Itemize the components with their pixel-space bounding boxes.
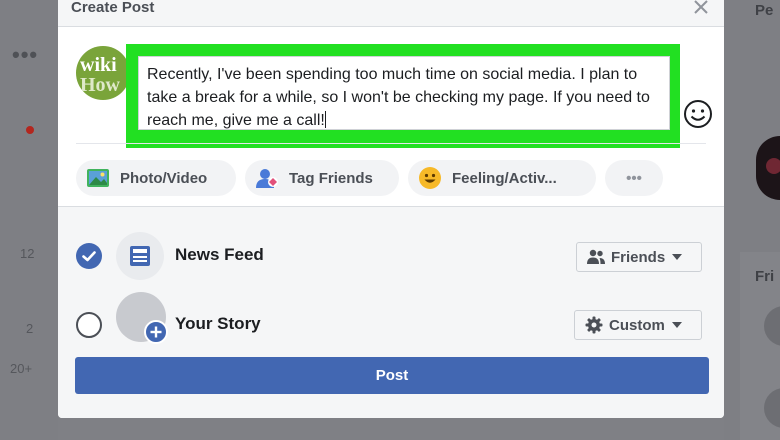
- avatar-text: How: [80, 74, 120, 96]
- tag-friends-button[interactable]: Tag Friends: [245, 160, 399, 196]
- tag-friends-label: Tag Friends: [289, 169, 373, 187]
- your-story-checkbox[interactable]: [76, 312, 102, 338]
- news-feed-audience-dropdown[interactable]: Friends: [576, 242, 702, 272]
- background-section-header: Fri: [755, 268, 775, 285]
- background-count: 2: [26, 321, 34, 336]
- avatar: wiki How: [76, 46, 130, 100]
- destination-row-news-feed: News Feed Friends: [58, 226, 724, 286]
- friends-icon: [587, 249, 605, 264]
- emoji-icon[interactable]: [682, 98, 714, 130]
- close-icon[interactable]: [690, 0, 712, 18]
- text-highlight: Recently, I've been spending too much ti…: [126, 44, 680, 148]
- divider: [76, 143, 706, 144]
- checkmark-icon: [82, 251, 96, 262]
- background-notification-dot: [26, 126, 34, 134]
- post-text-input[interactable]: Recently, I've been spending too much ti…: [138, 56, 670, 130]
- news-feed-label: News Feed: [175, 245, 264, 264]
- photo-icon: [87, 169, 109, 187]
- post-text: Recently, I've been spending too much ti…: [147, 66, 650, 129]
- text-cursor: [324, 111, 326, 128]
- chevron-down-icon: [672, 254, 683, 260]
- news-feed-audience-label: Friends: [611, 248, 666, 266]
- gear-icon: [585, 316, 603, 334]
- background-count: 12: [20, 246, 35, 261]
- chevron-down-icon: [671, 322, 682, 328]
- feeling-icon: [419, 167, 441, 189]
- dialog-title: Create Post: [71, 0, 155, 16]
- background-section-header: Pe: [755, 2, 774, 19]
- background-count: 20+: [10, 361, 33, 376]
- more-options-button[interactable]: •••: [605, 160, 663, 196]
- feeling-activity-button[interactable]: Feeling/Activ...: [408, 160, 596, 196]
- your-story-audience-dropdown[interactable]: Custom: [574, 310, 702, 340]
- photo-video-button[interactable]: Photo/Video: [76, 160, 236, 196]
- create-post-dialog: Create Post wiki How Recently, I've been…: [58, 0, 724, 418]
- tag-friends-icon: [256, 169, 278, 188]
- destination-row-your-story: Your Story Custom: [58, 292, 724, 355]
- feeling-activity-label: Feeling/Activ...: [452, 169, 557, 187]
- your-story-audience-label: Custom: [609, 316, 665, 334]
- more-icon: •••: [626, 169, 642, 187]
- dialog-header: Create Post: [58, 0, 724, 27]
- news-feed-checkbox[interactable]: [76, 243, 102, 269]
- post-button[interactable]: Post: [75, 357, 709, 394]
- background-more-icon: •••: [12, 42, 39, 67]
- add-story-icon[interactable]: [144, 320, 168, 344]
- news-feed-icon: [116, 232, 164, 280]
- photo-video-label: Photo/Video: [120, 169, 208, 187]
- your-story-label: Your Story: [175, 314, 261, 333]
